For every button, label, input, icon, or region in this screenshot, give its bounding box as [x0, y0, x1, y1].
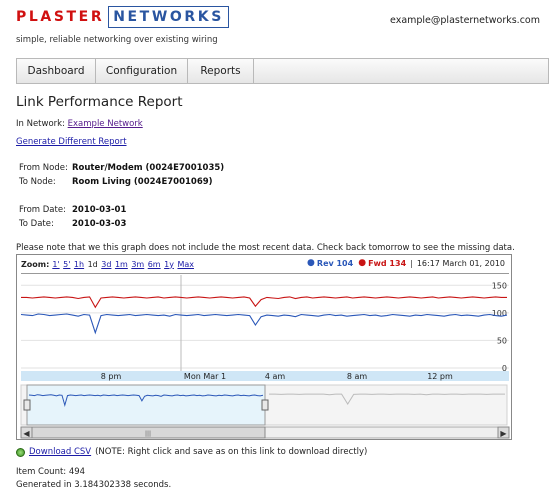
navigator-handle-right	[261, 399, 269, 411]
x-tick-label: 12 pm	[427, 372, 453, 381]
brand-logo[interactable]: PLASTER NETWORKS	[16, 6, 229, 28]
x-tick-label: Mon Mar 1	[184, 372, 226, 381]
tab-dashboard[interactable]: Dashboard	[17, 59, 96, 83]
y-axis-ticks: 050100150	[492, 281, 507, 373]
y-tick-label: 150	[492, 281, 507, 290]
tab-reports[interactable]: Reports	[188, 59, 254, 83]
csv-note: (NOTE: Right click and save as on this l…	[95, 447, 368, 457]
x-tick-label: 4 am	[265, 372, 286, 381]
performance-chart: Zoom: 1' 5' 1h 1d 3d 1m 3m 6m 1y Max ● R…	[16, 254, 512, 440]
page-title: Link Performance Report	[16, 94, 183, 110]
in-network-label: In Network:	[16, 119, 65, 129]
logo-word-plaster: PLASTER	[16, 9, 105, 25]
csv-row: Download CSV (NOTE: Right click and save…	[16, 447, 367, 457]
generate-different-report-link[interactable]: Generate Different Report	[16, 137, 127, 147]
logo-word-networks: NETWORKS	[108, 6, 229, 28]
navigator-handle-left	[23, 399, 31, 411]
series-line-rev	[20, 313, 508, 335]
main-nav: Dashboard Configuration Reports	[16, 58, 549, 84]
from-date-label: From Date:	[19, 205, 66, 215]
x-tick-label: 8 pm	[101, 372, 122, 381]
chart-canvas: 050100150 8 pm Mon Mar 1 4 am 8 am 12 pm ◀ |…	[20, 273, 510, 439]
from-node-value: Router/Modem (0024E7001035)	[72, 163, 225, 173]
download-icon	[16, 447, 25, 457]
series-line-fwd	[21, 296, 507, 309]
in-network-row: In Network: Example Network	[16, 119, 143, 129]
x-tick-label: 8 am	[347, 372, 368, 381]
tab-configuration[interactable]: Configuration	[96, 59, 188, 83]
data-note: Please note that we this graph does not …	[16, 243, 515, 253]
from-date-value: 2010-03-01	[72, 205, 127, 215]
to-date-label: To Date:	[19, 219, 54, 229]
generate-report-row: Generate Different Report	[16, 137, 127, 147]
y-tick-label: 50	[497, 336, 507, 345]
scroll-left-arrow-icon: ◀	[23, 429, 30, 438]
to-node-label: To Node:	[19, 177, 56, 187]
item-count: Item Count: 494	[16, 467, 86, 477]
navigator-selection	[26, 384, 266, 426]
to-date-value: 2010-03-03	[72, 219, 127, 229]
from-node-label: From Node:	[19, 163, 68, 173]
user-email[interactable]: example@plasternetworks.com	[390, 15, 540, 26]
network-link[interactable]: Example Network	[68, 119, 143, 129]
download-csv-link[interactable]: Download CSV	[29, 447, 91, 457]
scroll-right-arrow-icon: ▶	[500, 429, 507, 438]
scrollbar-grip-icon: |||	[145, 431, 151, 438]
to-node-value: Room Living (0024E7001069)	[72, 177, 213, 187]
tagline: simple, reliable networking over existin…	[16, 35, 218, 45]
generated-time: Generated in 3.184302338 seconds.	[16, 480, 172, 490]
